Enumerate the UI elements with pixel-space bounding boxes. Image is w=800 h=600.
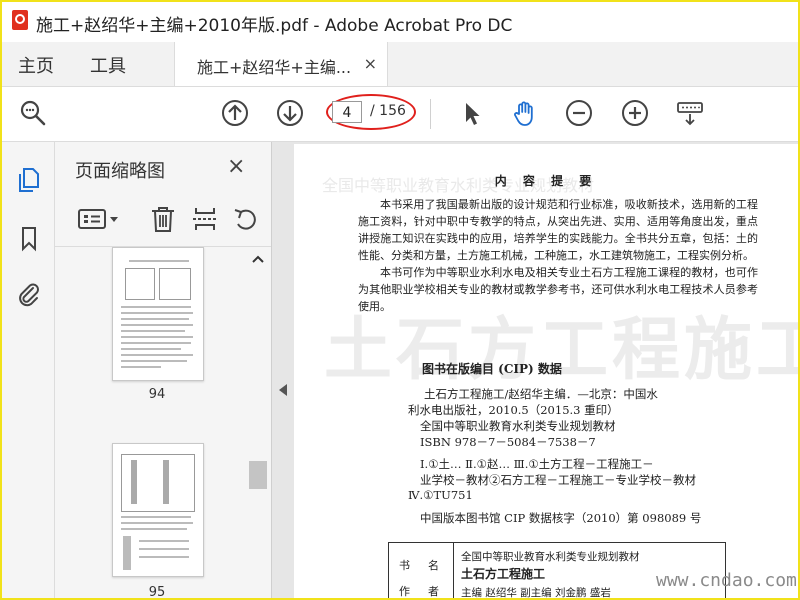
keyboard-download-icon xyxy=(677,102,703,126)
summary-paragraph: 本书采用了我国最新出版的设计规范和行业标准，吸收新技术，选用新的工程施工资料，针… xyxy=(358,198,758,262)
minus-circle-icon xyxy=(566,100,592,126)
panel-toolbar xyxy=(55,194,271,247)
cip-line: ISBN 978－7－5084－7538－7 xyxy=(420,435,596,449)
title-bar: 施工+赵绍华+主编+2010年版.pdf - Adobe Acrobat Pro… xyxy=(2,2,798,42)
zoom-in-button[interactable] xyxy=(620,98,650,128)
arrow-up-circle-icon xyxy=(222,100,248,126)
site-watermark: www.cndao.com xyxy=(656,570,797,591)
panel-title: 页面缩略图 xyxy=(75,161,165,182)
extract-page-button[interactable] xyxy=(191,204,219,234)
thumbnail-scrollbar[interactable] xyxy=(245,247,271,598)
page-navigator: 4 / 156 xyxy=(332,101,412,125)
attachments-button[interactable] xyxy=(15,280,43,308)
tab-home[interactable]: 主页 xyxy=(18,52,54,78)
cursor-arrow-icon xyxy=(466,103,480,125)
main-toolbar: 4 / 156 xyxy=(2,87,798,142)
hand-tool-button[interactable] xyxy=(510,98,540,128)
search-icon xyxy=(20,100,46,126)
page-total: / 156 xyxy=(370,103,406,119)
cip-line: Ⅰ.①土… Ⅱ.①赵… Ⅲ.①土方工程－工程施工－ xyxy=(420,457,654,471)
collapse-panel-icon[interactable] xyxy=(279,384,287,396)
usage-paragraph: 本书可作为中等职业水利水电及相关专业土石方工程施工课程的教材，也可作为其他职业学… xyxy=(358,266,758,313)
page-thumbnail[interactable] xyxy=(112,247,204,381)
cip-line: Ⅳ.①TU751 xyxy=(408,488,473,502)
toolbar-divider xyxy=(430,99,431,129)
paperclip-icon xyxy=(19,283,39,307)
book-name-label: 书名 xyxy=(399,559,457,572)
list-options-icon xyxy=(78,209,118,229)
tab-document[interactable]: 施工+赵绍华+主编... × xyxy=(174,42,388,86)
document-tab-label: 施工+赵绍华+主编... xyxy=(197,58,352,77)
cip-line: 利水电出版社，2010.5（2015.3 重印） xyxy=(408,403,619,417)
rotate-page-button[interactable] xyxy=(231,204,259,234)
acrobat-logo-icon xyxy=(12,10,28,30)
delete-page-button[interactable] xyxy=(149,204,177,234)
cip-line: 全国中等职业教育水利类专业规划教材 xyxy=(420,419,616,433)
book-authors: 主编 赵绍华 副主编 刘金鹏 盛岩 xyxy=(461,587,611,599)
chevron-up-icon[interactable] xyxy=(251,253,265,267)
book-title: 土石方工程施工 xyxy=(461,567,546,581)
hand-icon xyxy=(514,101,533,126)
navigation-rail xyxy=(2,142,55,598)
page-break-icon xyxy=(193,208,217,230)
tab-tools[interactable]: 工具 xyxy=(90,52,126,78)
page-thumbnails-button[interactable] xyxy=(15,166,43,194)
cip-line: 土石方工程施工/赵绍华主编．—北京：中国水 xyxy=(424,387,658,401)
bookmarks-button[interactable] xyxy=(15,224,43,252)
previous-page-button[interactable] xyxy=(220,98,250,128)
keyboard-shortcut-button[interactable] xyxy=(675,98,705,128)
window-title: 施工+赵绍华+主编+2010年版.pdf - Adobe Acrobat Pro… xyxy=(36,16,513,36)
cip-line: 中国版本图书馆 CIP 数据核字（2010）第 098089 号 xyxy=(420,511,702,525)
find-button[interactable] xyxy=(18,98,48,128)
close-tab-icon[interactable]: × xyxy=(364,54,377,73)
cip-line: 业学校－教材②石方工程－工程施工－专业学校－教材 xyxy=(420,473,696,487)
rotate-icon xyxy=(234,209,256,230)
close-panel-icon[interactable]: × xyxy=(227,154,245,179)
page-number-input[interactable]: 4 xyxy=(332,101,362,123)
next-page-button[interactable] xyxy=(275,98,305,128)
document-view: 全国中等职业教育水利类专业规划教材 土石方工程施工 内 容 提 要 本书采用了我… xyxy=(272,142,798,598)
pdf-page: 全国中等职业教育水利类专业规划教材 土石方工程施工 内 容 提 要 本书采用了我… xyxy=(294,144,798,599)
select-tool-button[interactable] xyxy=(456,98,486,128)
author-label: 作者 xyxy=(399,585,457,598)
book-series: 全国中等职业教育水利类专业规划教材 xyxy=(461,551,640,563)
page-thumbnail[interactable] xyxy=(112,443,204,577)
thumbnail-list: 94 95 xyxy=(55,247,245,598)
zoom-out-button[interactable] xyxy=(564,98,594,128)
pages-icon xyxy=(19,168,39,192)
scrollbar-thumb[interactable] xyxy=(249,461,267,489)
acrobat-window: 施工+赵绍华+主编+2010年版.pdf - Adobe Acrobat Pro… xyxy=(0,0,800,600)
arrow-down-circle-icon xyxy=(277,100,303,126)
options-menu-button[interactable] xyxy=(77,204,123,234)
thumbnail-label: 95 xyxy=(148,585,166,598)
thumbnail-label: 94 xyxy=(148,387,166,402)
section-title: 内 容 提 要 xyxy=(494,174,598,188)
plus-circle-icon xyxy=(622,100,648,126)
tab-bar: 主页 工具 施工+赵绍华+主编... × xyxy=(2,42,798,87)
bookmark-icon xyxy=(22,227,36,252)
table-divider xyxy=(453,543,454,598)
trash-icon xyxy=(152,207,174,232)
page-thumbnails-panel: 页面缩略图 × 94 95 xyxy=(55,142,272,598)
cip-title: 图书在版编目 (CIP) 数据 xyxy=(422,362,562,376)
